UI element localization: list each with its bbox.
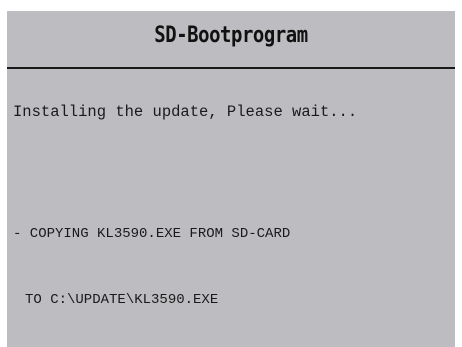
log-line: - COPYING KL3590.EXE FROM SD-CARD (13, 226, 291, 242)
status-message: Installing the update, Please wait... (13, 103, 358, 121)
title-divider (7, 67, 455, 69)
boot-screen: SD-Bootprogram Installing the update, Pl… (7, 11, 455, 347)
page-title: SD-Bootprogram (154, 23, 308, 48)
log-output: - COPYING KL3590.EXE FROM SD-CARD TO C:\… (13, 179, 290, 347)
log-line: TO C:\UPDATE\KL3590.EXE (25, 292, 219, 308)
title-bar: SD-Bootprogram (7, 11, 455, 68)
